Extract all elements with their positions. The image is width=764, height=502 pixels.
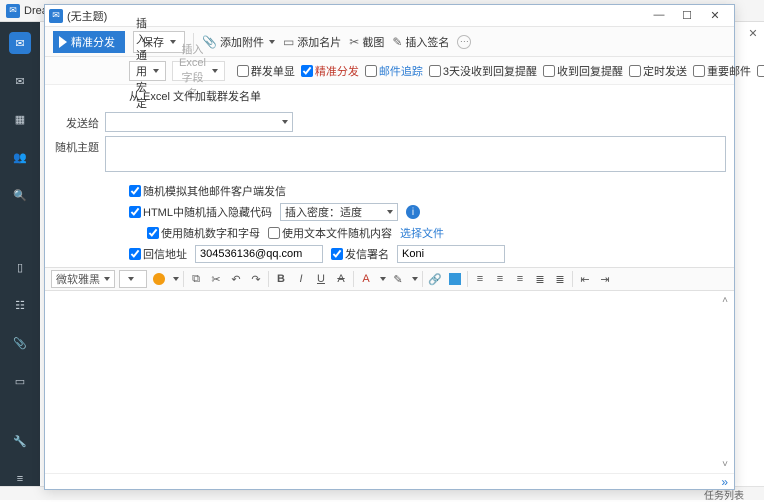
advanced-options: 随机模拟其他邮件客户端发信 HTML中随机插入隐藏代码 插入密度：适度 i 使用… <box>45 181 734 267</box>
density-select[interactable]: 插入密度：适度 <box>280 203 398 221</box>
attach-button[interactable]: 📎 添加附件 <box>202 34 275 50</box>
outer-sidebar: ✉ ✉ ▦ 👥 🔍 ▯ ☷ 📎 ▭ 🔧 ≡ <box>0 22 40 490</box>
load-excel-link[interactable]: 从 Excel 文件加载群发名单 <box>129 91 261 103</box>
sidebar-chart-icon[interactable]: ☷ <box>9 294 31 316</box>
to-field[interactable] <box>105 112 293 132</box>
align-left-button[interactable]: ≡ <box>472 271 488 287</box>
form-area: 发送给 随机主题 <box>45 106 734 181</box>
sidebar-mail-icon[interactable]: ✉ <box>9 70 31 92</box>
emoji-button[interactable] <box>151 271 167 287</box>
send-icon <box>59 36 67 48</box>
editor-toolbar: 微软雅黑 ⧉ ✂ ↶ ↷ B I U A A ✎ 🔗 ≡ ≡ ≡ ≣ ≣ ⇤ ⇥ <box>45 267 734 291</box>
redo-button[interactable]: ↷ <box>248 271 264 287</box>
chk-reply-addr[interactable]: 回信地址 <box>129 246 187 262</box>
strike-button[interactable]: A <box>333 271 349 287</box>
outdent-button[interactable]: ⇤ <box>577 271 593 287</box>
scroll-up-icon[interactable]: ˄ <box>718 293 732 307</box>
chk-3day[interactable]: 3天没收到回复提醒 <box>429 63 537 79</box>
undo-button[interactable]: ↶ <box>228 271 244 287</box>
font-family-select[interactable]: 微软雅黑 <box>51 270 115 288</box>
compose-dialog: ✉ (无主题) — ☐ ✕ 精准分发 保存 📎 添加附件 ▭ 添加名片 ✂ 截图 <box>44 4 735 490</box>
minimize-button[interactable]: — <box>650 9 668 22</box>
more-icon[interactable]: ⋯ <box>457 35 471 49</box>
scroll-down-icon[interactable]: ˅ <box>718 457 732 471</box>
to-label: 发送给 <box>53 112 105 131</box>
sidebar-tool-icon[interactable]: 🔧 <box>9 430 31 452</box>
sidebar-search-icon[interactable]: 🔍 <box>9 184 31 206</box>
chk-replyremind[interactable]: 收到回复提醒 <box>543 63 623 79</box>
send-button[interactable]: 精准分发 <box>53 31 125 53</box>
italic-button[interactable]: I <box>293 271 309 287</box>
image-button[interactable] <box>447 271 463 287</box>
indent-button[interactable]: ⇥ <box>597 271 613 287</box>
sidebar-note-icon[interactable]: ▭ <box>9 370 31 392</box>
bold-button[interactable]: B <box>273 271 289 287</box>
chk-track[interactable]: 邮件追踪 <box>365 63 423 79</box>
insert-macro-button[interactable]: 插入通用宏定义 <box>129 61 166 81</box>
signer-field[interactable] <box>397 245 505 263</box>
chk-sim-client[interactable]: 随机模拟其他邮件客户端发信 <box>129 183 286 199</box>
font-color-button[interactable]: A <box>358 271 374 287</box>
link-button[interactable]: 🔗 <box>427 271 443 287</box>
sidebar-attach-icon[interactable]: 📎 <box>9 332 31 354</box>
sidebar-compose-icon[interactable]: ✉ <box>9 32 31 54</box>
chevron-down-icon <box>269 40 275 44</box>
maximize-button[interactable]: ☐ <box>678 9 696 22</box>
chk-rand-textfile[interactable]: 使用文本文件随机内容 <box>268 225 392 241</box>
chk-important[interactable]: 重要邮件 <box>693 63 751 79</box>
outer-close-icon[interactable]: ✕ <box>742 22 764 44</box>
scissors-icon: ✂ <box>349 35 359 49</box>
cut-button[interactable]: ✂ <box>208 271 224 287</box>
chk-signer[interactable]: 发信署名 <box>331 246 389 262</box>
close-button[interactable]: ✕ <box>706 9 724 22</box>
main-toolbar: 精准分发 保存 📎 添加附件 ▭ 添加名片 ✂ 截图 ✎ 插入签名 ⋯ <box>45 27 734 57</box>
underline-button[interactable]: U <box>313 271 329 287</box>
chk-hidden-code[interactable]: HTML中随机插入隐藏代码 <box>129 204 272 220</box>
chk-schedule[interactable]: 定时发送 <box>629 63 687 79</box>
options-row: 插入通用宏定义 插入 Excel 字段名 群发单显 精准分发 邮件追踪 3天没收… <box>45 57 734 85</box>
pick-file-link[interactable]: 选择文件 <box>400 225 444 241</box>
insert-excel-field-button[interactable]: 插入 Excel 字段名 <box>172 61 225 81</box>
list-ol-button[interactable]: ≣ <box>532 271 548 287</box>
signature-button[interactable]: ✎ 插入签名 <box>392 34 449 50</box>
chevron-down-icon <box>170 40 176 44</box>
chk-single[interactable]: 群发单显 <box>237 63 295 79</box>
chk-receipt[interactable]: 阅读回执 <box>757 63 764 79</box>
card-button[interactable]: ▭ 添加名片 <box>283 34 341 50</box>
screenshot-button[interactable]: ✂ 截图 <box>349 34 384 50</box>
sidebar-calendar-icon[interactable]: ▦ <box>9 108 31 130</box>
subject-label: 随机主题 <box>53 136 105 155</box>
copy-button[interactable]: ⧉ <box>188 271 204 287</box>
dialog-title: (无主题) <box>67 8 107 24</box>
font-size-select[interactable] <box>119 270 147 288</box>
dialog-footer: » <box>45 473 734 489</box>
app-icon: ✉ <box>6 4 20 18</box>
editor-body[interactable]: ˄ ˅ <box>45 291 734 473</box>
list-ul-button[interactable]: ≣ <box>552 271 568 287</box>
chk-precise[interactable]: 精准分发 <box>301 63 359 79</box>
info-icon[interactable]: i <box>406 205 420 219</box>
align-center-button[interactable]: ≡ <box>492 271 508 287</box>
expand-icon[interactable]: » <box>721 475 728 489</box>
card-icon: ▭ <box>283 35 294 49</box>
reply-address-field[interactable] <box>195 245 323 263</box>
sidebar-contacts-icon[interactable]: 👥 <box>9 146 31 168</box>
pen-icon: ✎ <box>392 35 402 49</box>
subject-field[interactable] <box>105 136 726 172</box>
chk-rand-alnum[interactable]: 使用随机数字和字母 <box>147 225 260 241</box>
highlight-button[interactable]: ✎ <box>390 271 406 287</box>
sidebar-card-icon[interactable]: ▯ <box>9 256 31 278</box>
dialog-titlebar: ✉ (无主题) — ☐ ✕ <box>45 5 734 27</box>
dialog-icon: ✉ <box>49 9 63 23</box>
align-right-button[interactable]: ≡ <box>512 271 528 287</box>
